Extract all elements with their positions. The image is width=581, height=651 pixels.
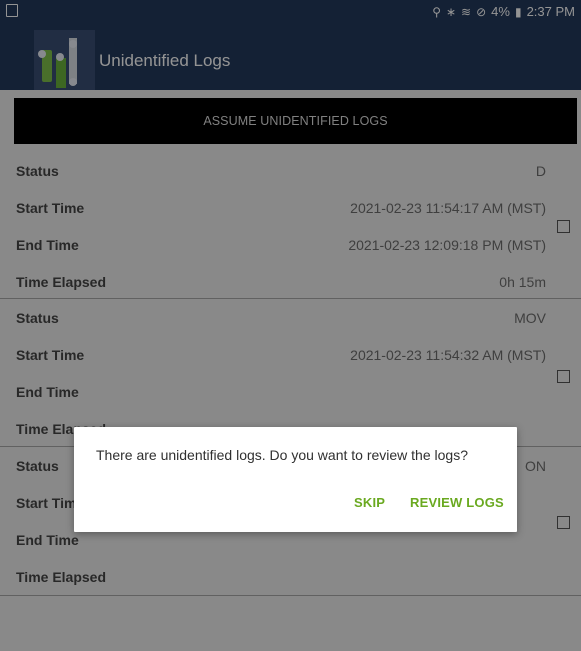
review-logs-button[interactable]: REVIEW LOGS [410, 495, 504, 510]
dialog-message: There are unidentified logs. Do you want… [96, 447, 468, 463]
skip-button[interactable]: SKIP [354, 495, 385, 510]
dialog-scrim[interactable] [0, 0, 581, 651]
review-logs-dialog: There are unidentified logs. Do you want… [74, 427, 517, 532]
